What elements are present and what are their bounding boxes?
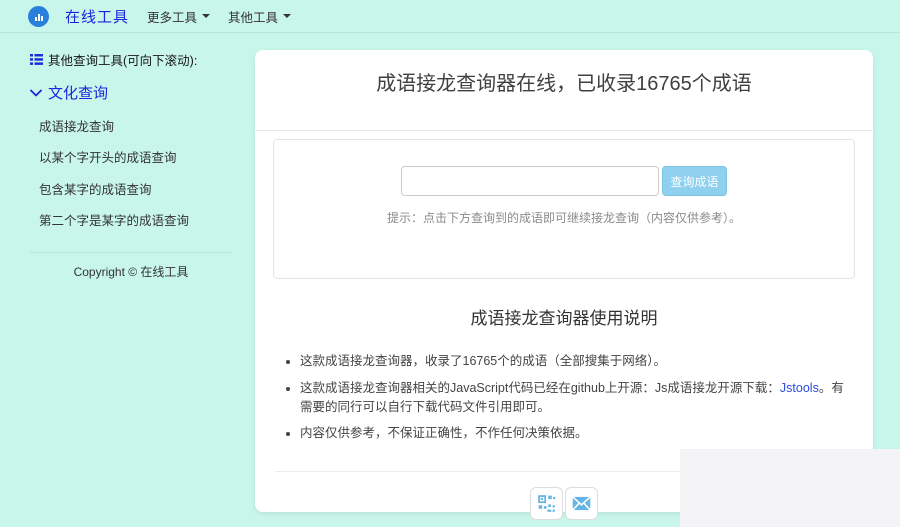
menu-more-tools-label: 更多工具 [147, 7, 197, 26]
usage-bullet-1: 这款成语接龙查询器，收录了16765个的成语（全部搜集于网络）。 [300, 352, 855, 371]
usage-bullet-3: 内容仅供参考，不保证正确性，不作任何决策依据。 [300, 424, 855, 443]
ad-placeholder-frame [680, 449, 900, 527]
qrcode-icon [536, 493, 557, 514]
copyright-text: Copyright © 在线工具 [30, 263, 232, 280]
menu-more-tools[interactable]: 更多工具 [147, 7, 210, 26]
query-panel: 查询成语 提示：点击下方查询到的成语即可继续接龙查询（内容仅供参考）。 [273, 139, 855, 279]
sidebar-category-label: 文化查询 [48, 82, 108, 103]
sidebar-divider [30, 252, 232, 253]
brand-link[interactable]: 在线工具 [65, 6, 129, 27]
chevron-down-icon [30, 89, 42, 97]
caret-down-icon [283, 14, 291, 18]
sidebar-item-idiom-contains[interactable]: 包含某字的成语查询 [39, 179, 232, 198]
query-hint-text: 提示：点击下方查询到的成语即可继续接龙查询（内容仅供参考）。 [274, 209, 854, 226]
sidebar-header-label: 其他查询工具(可向下滚动): [48, 50, 197, 69]
list-icon [30, 54, 43, 65]
usage-heading: 成语接龙查询器使用说明 [255, 304, 873, 329]
usage-bullet-2: 这款成语接龙查询器相关的JavaScript代码已经在github上开源：Js成… [300, 379, 855, 417]
menu-other-tools-label: 其他工具 [228, 7, 278, 26]
idiom-search-input[interactable] [401, 166, 659, 196]
sidebar: 其他查询工具(可向下滚动): 文化查询 成语接龙查询 以某个字开头的成语查询 包… [30, 50, 232, 280]
usage-bullet-3-text: 内容仅供参考，不保证正确性，不作任何决策依据。 [300, 426, 588, 440]
sidebar-category-culture[interactable]: 文化查询 [30, 82, 232, 103]
page-title: 成语接龙查询器在线，已收录16765个成语 [255, 71, 873, 97]
usage-bullet-2-before: 这款成语接龙查询器相关的JavaScript代码已经在github上开源：Js成… [300, 381, 780, 395]
email-share-button[interactable] [565, 487, 598, 520]
jstools-link[interactable]: Jstools [780, 381, 819, 395]
sidebar-item-idiom-starts-with[interactable]: 以某个字开头的成语查询 [39, 147, 232, 166]
email-icon [571, 493, 592, 514]
qrcode-share-button[interactable] [530, 487, 563, 520]
menu-other-tools[interactable]: 其他工具 [228, 7, 291, 26]
sidebar-item-idiom-chain[interactable]: 成语接龙查询 [39, 116, 232, 135]
usage-list: 这款成语接龙查询器，收录了16765个的成语（全部搜集于网络）。 这款成语接龙查… [300, 352, 855, 443]
site-logo-icon[interactable] [28, 6, 49, 27]
top-navbar: 在线工具 更多工具 其他工具 [0, 0, 900, 33]
title-divider [255, 130, 873, 131]
caret-down-icon [202, 14, 210, 18]
sidebar-item-idiom-second-char[interactable]: 第二个字是某字的成语查询 [39, 210, 232, 229]
query-idiom-button[interactable]: 查询成语 [662, 166, 726, 196]
sidebar-tool-list: 成语接龙查询 以某个字开头的成语查询 包含某字的成语查询 第二个字是某字的成语查… [30, 116, 232, 230]
usage-bullet-1-text: 这款成语接龙查询器，收录了16765个的成语（全部搜集于网络）。 [300, 354, 666, 368]
main-card: 成语接龙查询器在线，已收录16765个成语 查询成语 提示：点击下方查询到的成语… [255, 50, 873, 512]
sidebar-header: 其他查询工具(可向下滚动): [30, 50, 232, 69]
